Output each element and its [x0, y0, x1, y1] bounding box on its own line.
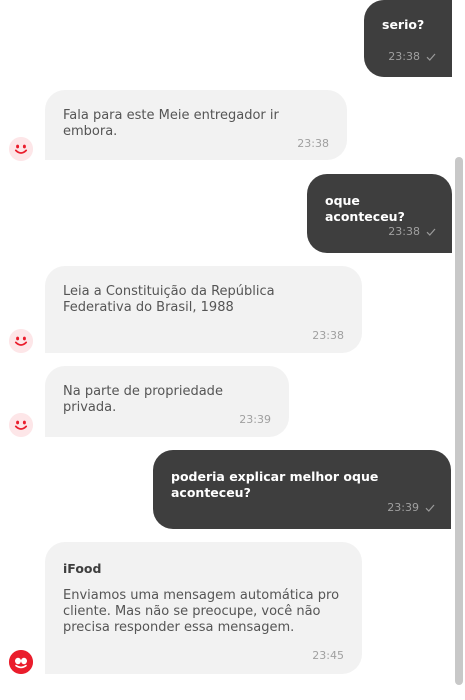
outgoing-message: poderia explicar melhor oque aconteceu? …	[153, 450, 451, 529]
check-icon	[426, 53, 436, 61]
message-sender: iFood	[63, 561, 102, 576]
message-text: Fala para este Meie entregador ir embora…	[63, 108, 279, 139]
message-meta: 23:39	[239, 414, 271, 426]
message-meta: 23:38	[388, 51, 436, 63]
message-time: 23:39	[239, 413, 271, 426]
ifood-logo-icon	[9, 650, 33, 674]
message-text: Na parte de propriedade privada.	[63, 384, 223, 415]
message-text: Enviamos uma mensagem automática pro cli…	[63, 588, 340, 635]
message-time: 23:38	[388, 225, 420, 238]
message-time: 23:38	[312, 329, 344, 342]
outgoing-message: serio? 23:38	[364, 0, 452, 77]
message-meta: 23:45	[312, 650, 344, 662]
scrollbar[interactable]	[455, 157, 463, 685]
smiley-face-icon	[9, 329, 33, 353]
incoming-message: iFood Enviamos uma mensagem automática p…	[45, 542, 362, 674]
incoming-message: Na parte de propriedade privada. 23:39	[45, 366, 289, 437]
outgoing-message: oque aconteceu? 23:38	[307, 174, 452, 253]
message-text: Leia a Constituição da República Federat…	[63, 284, 275, 315]
chat-thread: serio? 23:38 Fala para este Meie entrega…	[0, 0, 465, 700]
message-time: 23:39	[387, 501, 419, 514]
incoming-message: Fala para este Meie entregador ir embora…	[45, 90, 347, 160]
message-meta: 23:38	[297, 138, 329, 150]
incoming-message: Leia a Constituição da República Federat…	[45, 266, 362, 353]
smiley-face-icon	[9, 137, 33, 161]
message-text: oque aconteceu?	[325, 193, 405, 224]
message-text: serio?	[382, 17, 425, 32]
message-meta: 23:38	[312, 330, 344, 342]
check-icon	[425, 504, 435, 512]
message-time: 23:45	[312, 649, 344, 662]
smiley-face-icon	[9, 413, 33, 437]
message-meta: 23:39	[387, 502, 435, 514]
message-time: 23:38	[297, 137, 329, 150]
message-time: 23:38	[388, 50, 420, 63]
check-icon	[426, 228, 436, 236]
message-text: poderia explicar melhor oque aconteceu?	[171, 469, 379, 500]
message-meta: 23:38	[388, 226, 436, 238]
